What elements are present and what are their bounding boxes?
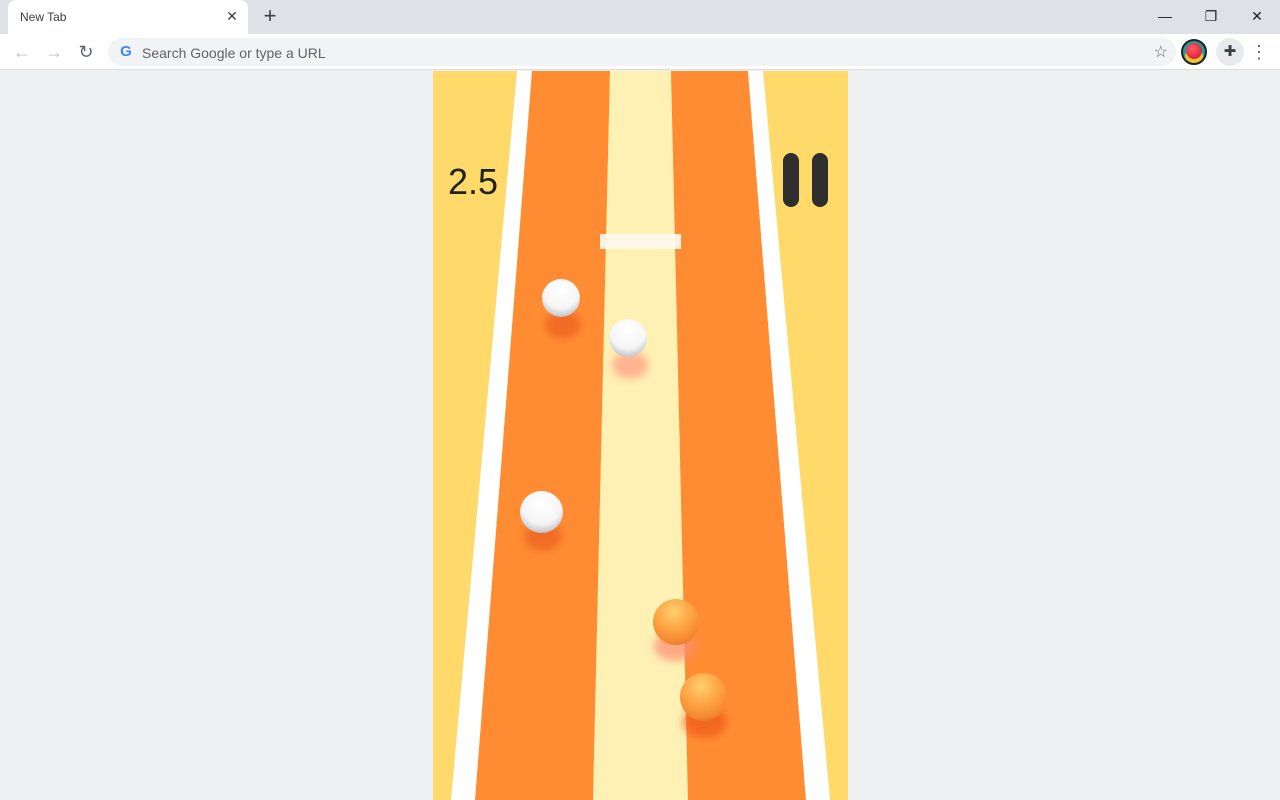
- orange-ball: [653, 599, 699, 645]
- profile-avatar[interactable]: [1181, 39, 1207, 65]
- bookmark-star-icon[interactable]: ☆: [1154, 42, 1168, 62]
- browser-toolbar: ← → ↻ G Search Google or type a URL ☆ ✚ …: [0, 34, 1280, 70]
- extensions-puzzle-icon[interactable]: ✚: [1216, 38, 1244, 66]
- address-bar[interactable]: G Search Google or type a URL ☆: [108, 38, 1176, 66]
- restore-button[interactable]: ❐: [1188, 4, 1234, 28]
- address-input[interactable]: Search Google or type a URL: [142, 45, 326, 61]
- pause-button[interactable]: [783, 153, 829, 207]
- white-ball: [520, 491, 563, 533]
- finish-marker: [600, 234, 681, 249]
- pause-bar-icon: [783, 153, 799, 207]
- close-window-button[interactable]: ✕: [1234, 4, 1280, 28]
- new-tab-button[interactable]: +: [260, 5, 280, 27]
- score-display: 2.5: [448, 161, 499, 202]
- browser-tab[interactable]: New Tab ✕: [8, 0, 248, 34]
- forward-button[interactable]: →: [42, 40, 66, 64]
- browser-titlebar: New Tab ✕ + — ❐ ✕: [0, 0, 1280, 34]
- tab-title: New Tab: [20, 10, 67, 24]
- minimize-button[interactable]: —: [1142, 4, 1188, 28]
- pause-bar-icon: [812, 153, 828, 207]
- google-icon: G: [120, 43, 132, 60]
- back-button[interactable]: ←: [10, 40, 34, 64]
- reload-button[interactable]: ↻: [74, 40, 98, 64]
- browser-menu-icon[interactable]: ⋮: [1250, 40, 1268, 64]
- white-ball: [609, 319, 647, 357]
- orange-ball: [680, 673, 727, 721]
- game-canvas[interactable]: 2.5: [433, 71, 848, 800]
- white-ball: [542, 279, 580, 317]
- tab-close-icon[interactable]: ✕: [224, 8, 240, 24]
